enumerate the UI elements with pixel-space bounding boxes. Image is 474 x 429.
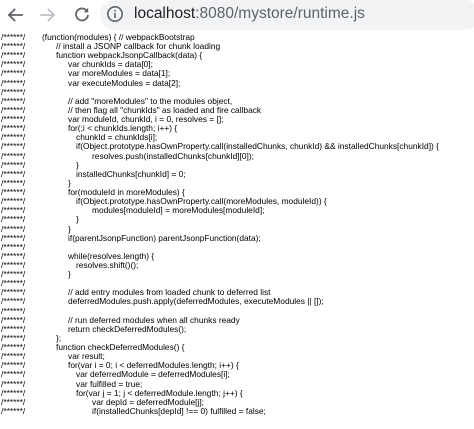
code-line-text: installedChunks[chunkId] = 0; xyxy=(76,168,186,179)
source-code-view[interactable]: /******/(function(modules) { // webpackB… xyxy=(0,31,474,429)
code-line-comment-prefix: /******/ xyxy=(1,405,26,416)
code-line-text: if(parentJsonpFunction) parentJsonpFunct… xyxy=(68,232,261,243)
browser-toolbar: localhost:8080/mystore/runtime.js xyxy=(0,0,474,30)
arrow-left-icon xyxy=(7,8,23,22)
url-text[interactable]: localhost:8080/mystore/runtime.js xyxy=(134,4,365,24)
reload-icon xyxy=(75,7,89,22)
code-line-text: return checkDeferredModules(); xyxy=(68,323,187,334)
info-circle-icon[interactable] xyxy=(106,5,124,23)
forward-button[interactable] xyxy=(34,0,62,30)
address-bar[interactable]: localhost:8080/mystore/runtime.js xyxy=(100,0,474,30)
code-line-text: resolves.push(installedChunks[chunkId][0… xyxy=(92,150,254,161)
code-line-text: resolves.shift()(); xyxy=(76,260,139,270)
url-host: localhost xyxy=(134,5,196,22)
url-path: :8080/mystore/runtime.js xyxy=(195,5,365,22)
browser-window: localhost:8080/mystore/runtime.js /*****… xyxy=(0,0,474,429)
code-line-text: var executeModules = data[2]; xyxy=(68,77,181,88)
reload-button[interactable] xyxy=(68,0,96,30)
code-line-text: modules[moduleId] = moreModules[moduleId… xyxy=(92,205,265,216)
code-line-text: deferredModules.push.apply(deferredModul… xyxy=(68,296,324,307)
code-line-text: } xyxy=(76,214,79,225)
arrow-right-icon xyxy=(40,8,56,22)
code-line-text: } xyxy=(68,269,71,280)
code-line-text: if(installedChunks[depId] !== 0) fulfill… xyxy=(92,405,266,416)
back-button[interactable] xyxy=(1,0,29,30)
